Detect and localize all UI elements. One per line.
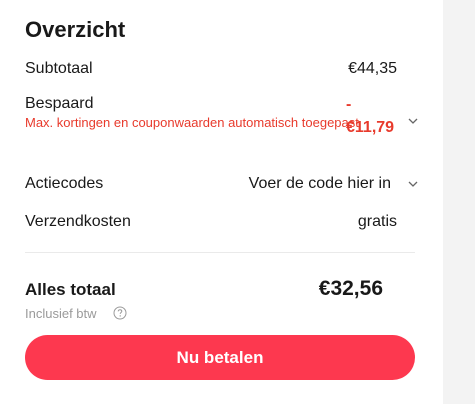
shipping-value: gratis — [357, 213, 397, 230]
summary-title: Overzicht — [25, 17, 126, 42]
divider — [25, 252, 415, 253]
subtotal-label: Subtotaal — [25, 60, 93, 77]
page-background-strip — [443, 0, 475, 404]
vat-note: Inclusief btw — [25, 306, 97, 321]
shipping-label: Verzendkosten — [25, 213, 131, 230]
saved-sign: - — [346, 96, 352, 113]
pay-now-button[interactable]: Nu betalen — [25, 335, 415, 380]
subtotal-value: €44,35 — [348, 60, 397, 77]
help-circle-icon[interactable] — [113, 306, 127, 320]
saved-label: Bespaard — [25, 95, 94, 112]
total-value: €32,56 — [318, 277, 383, 300]
chevron-down-icon[interactable] — [407, 115, 419, 127]
saved-value: €11,79 — [346, 119, 395, 136]
chevron-down-icon[interactable] — [407, 178, 419, 190]
order-summary-panel: Overzicht Subtotaal €44,35 Bespaard Max.… — [0, 0, 443, 404]
total-label: Alles totaal — [25, 280, 116, 299]
promo-code-label: Actiecodes — [25, 175, 104, 192]
promo-code-input[interactable]: Voer de code hier in — [249, 175, 391, 193]
saved-amount: - €11,79 — [346, 96, 398, 138]
discount-note: Max. kortingen en couponwaarden automati… — [25, 115, 359, 130]
